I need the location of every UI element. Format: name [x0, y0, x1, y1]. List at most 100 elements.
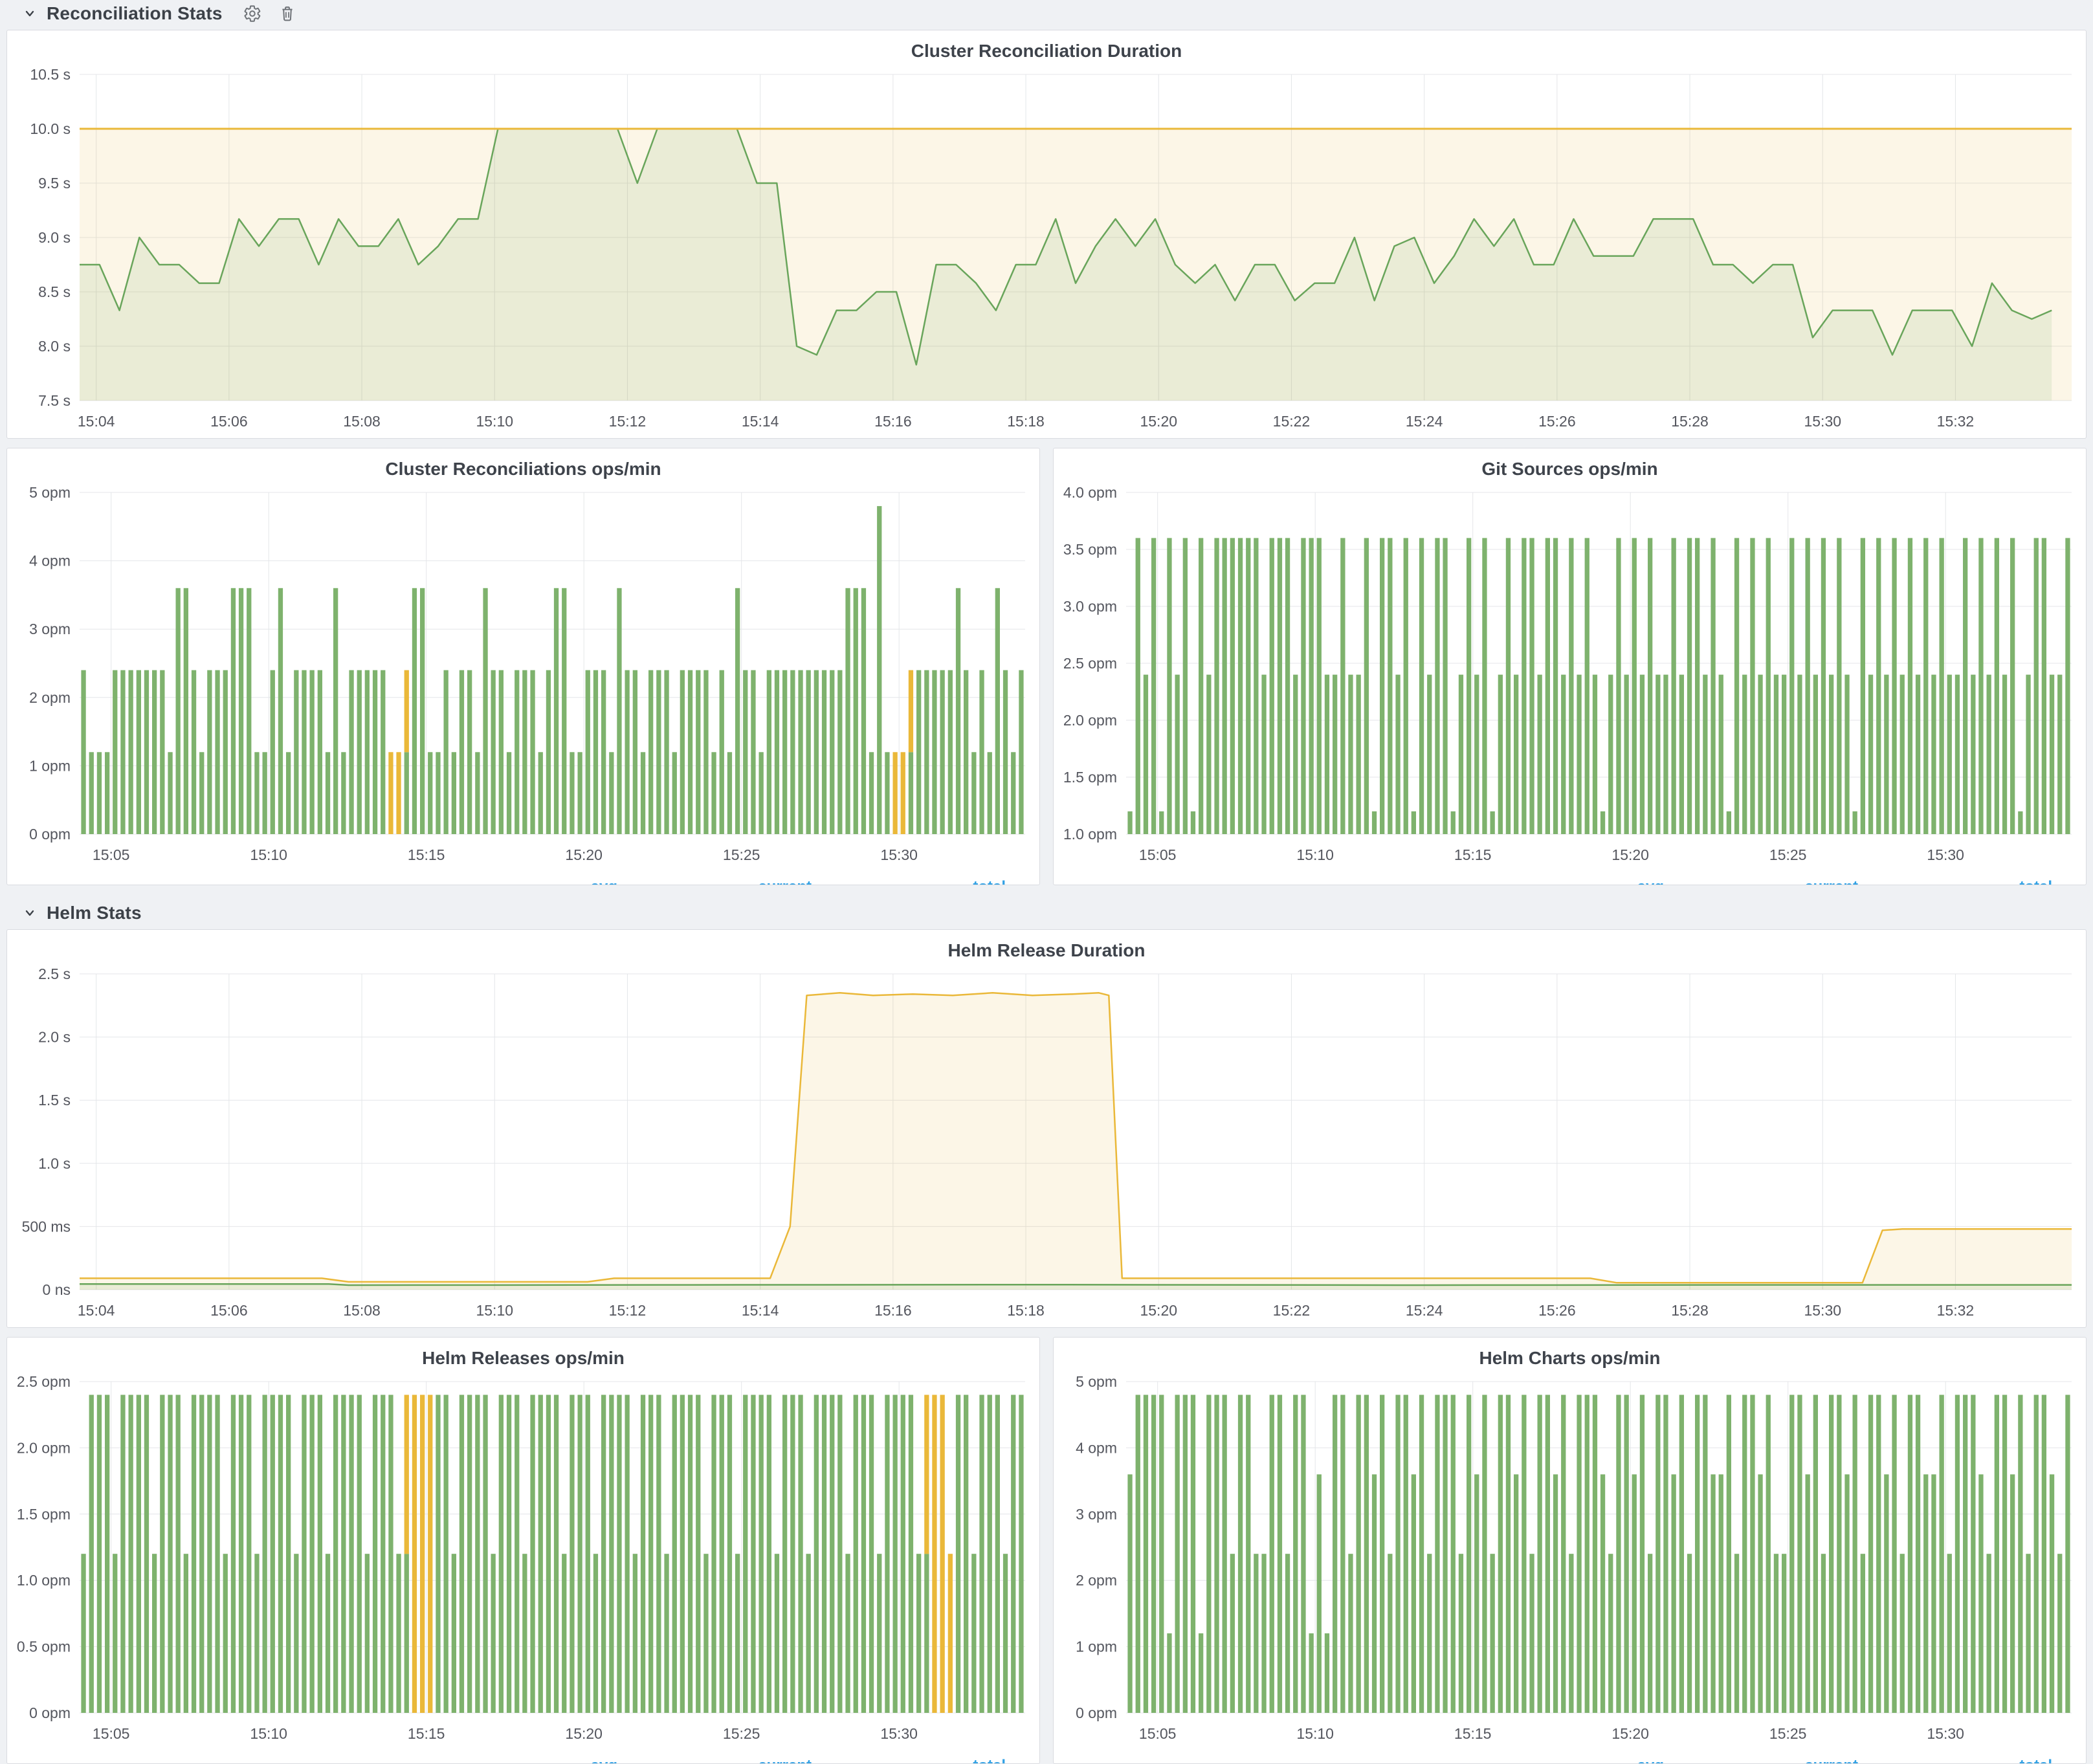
svg-text:15:32: 15:32 — [1937, 413, 1975, 430]
svg-text:5 opm: 5 opm — [29, 484, 71, 501]
svg-text:15:10: 15:10 — [476, 413, 513, 430]
svg-text:15:04: 15:04 — [78, 1302, 115, 1319]
svg-text:15:22: 15:22 — [1273, 1302, 1311, 1319]
svg-text:8.0 s: 8.0 s — [38, 338, 71, 355]
svg-text:3.0 opm: 3.0 opm — [1063, 598, 1117, 615]
svg-text:15:15: 15:15 — [408, 1725, 445, 1742]
panel-git-sources-opm: Git Sources ops/min 15:0515:1015:1515:20… — [1053, 448, 2087, 885]
svg-text:7.5 s: 7.5 s — [38, 392, 71, 409]
svg-text:1.5 opm: 1.5 opm — [17, 1506, 71, 1523]
svg-text:3 opm: 3 opm — [29, 621, 71, 637]
svg-text:2.0 opm: 2.0 opm — [1063, 712, 1117, 729]
panel-title[interactable]: Helm Releases ops/min — [7, 1338, 1039, 1371]
svg-text:2.5 opm: 2.5 opm — [1063, 655, 1117, 672]
svg-text:2.0 opm: 2.0 opm — [17, 1439, 71, 1456]
svg-text:0 ns: 0 ns — [43, 1281, 71, 1298]
svg-text:15:10: 15:10 — [250, 846, 287, 863]
section-title[interactable]: Helm Stats — [47, 903, 142, 923]
svg-text:15:08: 15:08 — [343, 1302, 381, 1319]
barchart-cluster-reconciliations[interactable]: 15:0515:1015:1515:2015:2515:300 opm1 opm… — [7, 482, 1039, 872]
svg-text:15:25: 15:25 — [1769, 846, 1807, 863]
svg-text:15:06: 15:06 — [210, 1302, 248, 1319]
svg-text:15:25: 15:25 — [723, 1725, 760, 1742]
svg-text:2 opm: 2 opm — [29, 689, 71, 706]
svg-text:15:20: 15:20 — [1611, 1725, 1649, 1742]
svg-text:1.0 opm: 1.0 opm — [1063, 826, 1117, 843]
svg-text:0 opm: 0 opm — [1076, 1704, 1117, 1721]
panel-title[interactable]: Git Sources ops/min — [1054, 448, 2086, 482]
svg-text:3 opm: 3 opm — [1076, 1506, 1117, 1523]
svg-text:8.5 s: 8.5 s — [38, 283, 71, 300]
panel-title[interactable]: Helm Charts ops/min — [1054, 1338, 2086, 1371]
panel-cluster-reconciliation-duration: Cluster Reconciliation Duration 15:04 15:… — [6, 30, 2087, 439]
grafana-dashboard: { "colors": { "green": "#7EB26D", "green… — [0, 0, 2093, 1758]
svg-text:15:24: 15:24 — [1406, 1302, 1443, 1319]
chevron-down-icon[interactable] — [22, 905, 38, 921]
legend-header-row: avgcurrenttotal — [27, 874, 1006, 885]
svg-text:15:28: 15:28 — [1671, 413, 1709, 430]
svg-text:15:10: 15:10 — [1296, 1725, 1334, 1742]
legend-header-row: avgcurrenttotal — [1073, 1753, 2052, 1764]
chevron-down-icon[interactable] — [22, 6, 38, 21]
legend-sort-avg[interactable]: avg — [1470, 1757, 1664, 1764]
legend-sort-current[interactable]: current — [1664, 1757, 1858, 1764]
legend-sort-avg[interactable]: avg — [1470, 878, 1664, 885]
svg-text:15:14: 15:14 — [742, 413, 779, 430]
svg-text:4 opm: 4 opm — [29, 553, 71, 569]
svg-text:15:10: 15:10 — [250, 1725, 287, 1742]
svg-text:2 opm: 2 opm — [1076, 1572, 1117, 1589]
svg-text:9.5 s: 9.5 s — [38, 175, 71, 192]
legend-sort-total[interactable]: total — [1858, 1757, 2052, 1764]
panel-helm-releases-opm: Helm Releases ops/min 15:0515:1015:1515:… — [6, 1337, 1040, 1764]
gear-icon[interactable] — [243, 5, 261, 23]
section-title[interactable]: Reconciliation Stats — [47, 3, 223, 24]
svg-text:500 ms: 500 ms — [22, 1218, 71, 1235]
section-header-helm-stats[interactable]: Helm Stats — [6, 899, 2087, 927]
svg-text:15:26: 15:26 — [1538, 1302, 1576, 1319]
svg-text:10.0 s: 10.0 s — [30, 120, 71, 137]
legend-header-row: avgcurrenttotal — [1073, 874, 2052, 885]
svg-text:15:15: 15:15 — [408, 846, 445, 863]
svg-text:15:05: 15:05 — [93, 846, 130, 863]
legend-sort-current[interactable]: current — [617, 1757, 812, 1764]
svg-text:15:15: 15:15 — [1454, 1725, 1492, 1742]
svg-text:1 opm: 1 opm — [29, 757, 71, 774]
svg-text:0.5 opm: 0.5 opm — [17, 1638, 71, 1655]
dashboard-body: Reconciliation Stats Cluster Reconciliat… — [0, 0, 2093, 1764]
svg-text:15:24: 15:24 — [1406, 413, 1443, 430]
legend-sort-total[interactable]: total — [1858, 878, 2052, 885]
panel-title[interactable]: Helm Release Duration — [7, 930, 2086, 964]
timeseries-cluster-reconciliation-duration[interactable]: 15:0415:0615:0815:1015:1215:1415:1615:18… — [7, 64, 2086, 438]
legend-sort-total[interactable]: total — [812, 1757, 1006, 1764]
svg-text:5 opm: 5 opm — [1076, 1373, 1117, 1390]
trash-icon[interactable] — [278, 5, 296, 23]
panel-title[interactable]: Cluster Reconciliations ops/min — [7, 448, 1039, 482]
section-header-reconciliation-stats[interactable]: Reconciliation Stats — [6, 0, 2087, 27]
legend-sort-current[interactable]: current — [1664, 878, 1858, 885]
legend-header-row: avgcurrenttotal — [27, 1753, 1006, 1764]
svg-text:15:30: 15:30 — [1804, 1302, 1841, 1319]
panel-cluster-reconciliations-opm: Cluster Reconciliations ops/min 15:05 15:… — [6, 448, 1040, 885]
svg-text:3.5 opm: 3.5 opm — [1063, 541, 1117, 558]
svg-text:2.0 s: 2.0 s — [38, 1029, 71, 1046]
svg-text:9.0 s: 9.0 s — [38, 229, 71, 246]
svg-text:15:04: 15:04 — [78, 413, 115, 430]
svg-text:15:20: 15:20 — [1140, 413, 1177, 430]
svg-text:15:25: 15:25 — [723, 846, 760, 863]
svg-text:15:20: 15:20 — [565, 846, 603, 863]
legend-sort-avg[interactable]: avg — [423, 1757, 617, 1764]
svg-text:15:08: 15:08 — [343, 413, 381, 430]
panel-title[interactable]: Cluster Reconciliation Duration — [7, 30, 2086, 64]
legend-sort-total[interactable]: total — [812, 878, 1006, 885]
panel-helm-charts-opm: Helm Charts ops/min 15:0515:1015:1515:20… — [1053, 1337, 2087, 1764]
barchart-helm-releases[interactable]: 15:0515:1015:1515:2015:2515:300 opm0.5 o… — [7, 1371, 1039, 1750]
svg-text:15:12: 15:12 — [609, 413, 647, 430]
barchart-helm-charts[interactable]: 15:0515:1015:1515:2015:2515:300 opm1 opm… — [1054, 1371, 2086, 1750]
svg-text:1.0 s: 1.0 s — [38, 1155, 71, 1172]
legend-git-sources: avgcurrenttotalsuccessful git pulls2.87 … — [1054, 872, 2086, 885]
svg-text:15:30: 15:30 — [880, 846, 918, 863]
barchart-git-sources[interactable]: 15:0515:1015:1515:2015:2515:301.0 opm1.5… — [1054, 482, 2086, 872]
timeseries-helm-release-duration[interactable]: 15:0415:0615:0815:1015:1215:1415:1615:18… — [7, 964, 2086, 1327]
legend-sort-current[interactable]: current — [617, 878, 812, 885]
legend-sort-avg[interactable]: avg — [423, 878, 617, 885]
